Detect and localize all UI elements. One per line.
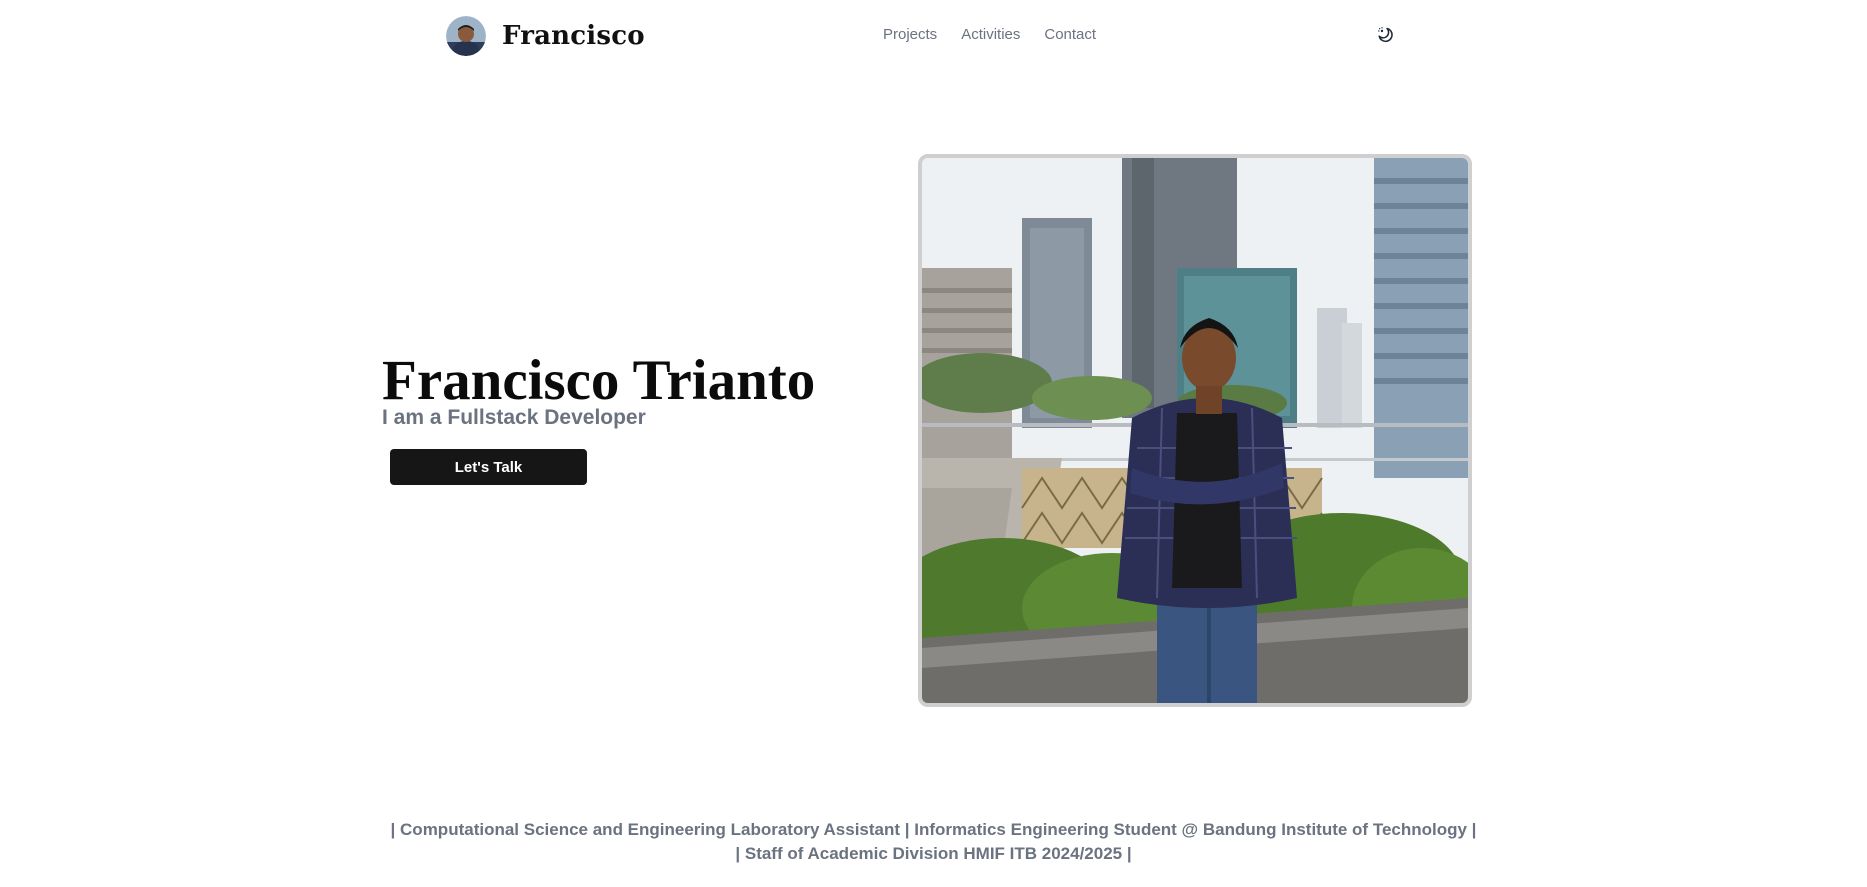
navbar: Francisco Projects Activities Contact	[0, 0, 1867, 72]
lets-talk-button[interactable]: Let's Talk	[390, 449, 587, 485]
brand-home-link[interactable]: Francisco	[446, 16, 645, 56]
brand-name: Francisco	[502, 21, 645, 51]
hero-photo	[918, 154, 1472, 707]
tagline-line-1: | Computational Science and Engineering …	[390, 820, 1477, 839]
tagline-line-2: | Staff of Academic Division HMIF ITB 20…	[735, 844, 1132, 863]
nav-link-projects[interactable]: Projects	[883, 26, 937, 43]
nav-link-contact[interactable]: Contact	[1044, 26, 1096, 43]
theme-toggle-button[interactable]	[1375, 25, 1395, 45]
avatar-photo-icon	[446, 16, 486, 56]
nav-links: Projects Activities Contact	[883, 26, 1096, 43]
avatar	[446, 16, 486, 56]
hero-subtitle: I am a Fullstack Developer	[382, 406, 646, 429]
nav-link-activities[interactable]: Activities	[961, 26, 1020, 43]
portrait-photo-illustration	[922, 158, 1468, 703]
moon-sun-icon	[1378, 27, 1393, 43]
tagline: | Computational Science and Engineering …	[0, 818, 1867, 866]
